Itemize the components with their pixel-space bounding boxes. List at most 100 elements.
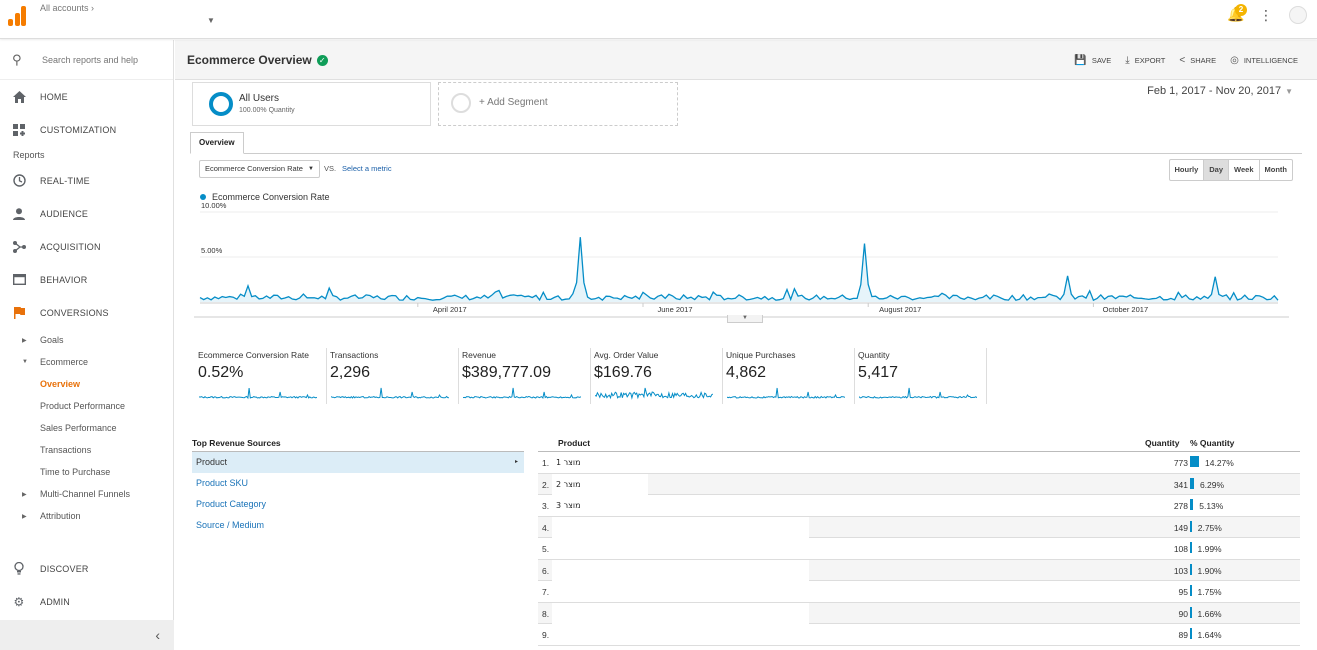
flag-icon [11, 306, 27, 320]
table-row[interactable]: 3. מוצר 3 278 5.13% [538, 495, 1300, 517]
sidebar-item-ecommerce[interactable]: ▼ Ecommerce [0, 351, 173, 373]
revenue-source-category[interactable]: Product Category [192, 494, 524, 515]
product-name-link[interactable] [552, 516, 809, 538]
series-area [200, 237, 1278, 302]
sidebar-item-time-to-purchase[interactable]: Time to Purchase [0, 461, 173, 483]
sidebar-item-multi-channel[interactable]: ▶ Multi-Channel Funnels [0, 483, 173, 505]
table-header: Product Quantity % Quantity [538, 438, 1300, 452]
account-selector[interactable] [36, 14, 206, 32]
segment-ring-icon [209, 92, 233, 116]
scorecard[interactable]: Ecommerce Conversion Rate 0.52% [195, 348, 327, 404]
triangle-right-icon: ▶ [22, 513, 27, 520]
date-range-picker[interactable]: Feb 1, 2017 - Nov 20, 2017 ▼ [1147, 85, 1293, 97]
export-button[interactable]: ⤓ EXPORT [1125, 55, 1165, 66]
scorecard[interactable]: Avg. Order Value $169.76 [591, 348, 723, 404]
revenue-source-medium[interactable]: Source / Medium [192, 515, 524, 536]
select-metric-link[interactable]: Select a metric [342, 164, 392, 173]
product-name-link[interactable] [552, 538, 809, 559]
scorecard[interactable]: Transactions 2,296 [327, 348, 459, 404]
table-row[interactable]: 9. 89 1.64% [538, 624, 1300, 646]
top-revenue-sources: Top Revenue Sources Product ▸ Product SKU… [192, 438, 524, 536]
percent-bar [1190, 585, 1192, 596]
product-name-link[interactable] [552, 624, 809, 645]
analytics-logo-icon[interactable] [8, 6, 26, 26]
product-name-link[interactable]: מוצר 3 [552, 495, 648, 516]
sidebar-item-product-performance[interactable]: Product Performance [0, 395, 173, 417]
segment-all-users[interactable]: All Users 100.00% Quantity [192, 82, 431, 126]
sidebar-item-discover[interactable]: DISCOVER [0, 552, 173, 585]
sidebar-item-home[interactable]: HOME [0, 80, 173, 113]
triangle-down-icon: ▼ [22, 359, 28, 365]
sidebar-item-acquisition[interactable]: ACQUISITION [0, 230, 173, 263]
granularity-toggle: Hourly Day Week Month [1168, 159, 1293, 181]
tab-overview[interactable]: Overview [190, 132, 244, 154]
quantity-cell: 341 [1173, 479, 1188, 490]
vs-label: VS. [324, 164, 337, 173]
sidebar-item-transactions[interactable]: Transactions [0, 439, 173, 461]
day-button[interactable]: Day [1203, 160, 1229, 180]
sidebar-item-realtime[interactable]: REAL-TIME [0, 164, 173, 197]
chevron-down-icon[interactable]: ▼ [207, 16, 215, 25]
product-name-link[interactable] [552, 602, 809, 624]
revenue-source-sku[interactable]: Product SKU [192, 473, 524, 494]
chevron-down-icon: ▼ [1285, 87, 1293, 96]
scorecard[interactable]: Quantity 5,417 [855, 348, 987, 404]
triangle-right-icon: ▶ [22, 491, 27, 498]
sparkline-path [727, 387, 845, 399]
table-row[interactable]: 7. 95 1.75% [538, 581, 1300, 603]
table-row[interactable]: 1. מוצר 1 773 14.27% [538, 452, 1300, 474]
hourly-button[interactable]: Hourly [1170, 160, 1204, 180]
sidebar-item-audience[interactable]: AUDIENCE [0, 197, 173, 230]
quantity-cell: 149 [1173, 522, 1188, 533]
intelligence-button[interactable]: ◎ INTELLIGENCE [1230, 55, 1298, 66]
add-segment-button[interactable]: + Add Segment [438, 82, 678, 126]
metric-select[interactable]: Ecommerce Conversion Rate ▼ [199, 160, 320, 178]
bell-icon[interactable]: 🔔2 [1227, 4, 1247, 24]
table-row[interactable]: 6. 103 1.90% [538, 559, 1300, 581]
scorecard[interactable]: Revenue $389,777.09 [459, 348, 591, 404]
x-tick-label: June 2017 [657, 305, 692, 314]
collapse-sidebar-button[interactable]: ‹ [0, 620, 174, 650]
quantity-cell: 89 [1178, 630, 1188, 640]
percent-bar [1190, 606, 1192, 618]
row-index: 1. [542, 458, 550, 468]
account-breadcrumb[interactable]: All accounts › [40, 3, 94, 13]
sidebar-item-attribution[interactable]: ▶ Attribution [0, 505, 173, 527]
week-button[interactable]: Week [1228, 160, 1258, 180]
table-row[interactable]: 2. מוצר 2 341 6.29% [538, 473, 1300, 495]
table-row[interactable]: 5. 108 1.99% [538, 538, 1300, 560]
revenue-source-product[interactable]: Product ▸ [192, 452, 524, 473]
row-index: 5. [542, 544, 550, 554]
percent-bar [1190, 477, 1194, 489]
search-input[interactable]: ⚲ Search reports and help [0, 40, 173, 80]
chart-collapse-handle[interactable]: ▼ [727, 315, 763, 323]
verified-check-icon: ✓ [316, 54, 328, 66]
product-name-link[interactable] [552, 581, 809, 602]
reports-section-label: Reports [13, 150, 45, 160]
sparkline-path [595, 387, 713, 400]
product-name-link[interactable] [552, 559, 809, 581]
sidebar-item-customization[interactable]: CUSTOMIZATION [0, 113, 173, 146]
sidebar-item-overview[interactable]: Overview [0, 373, 173, 395]
table-row[interactable]: 4. 149 2.75% [538, 516, 1300, 538]
table-row[interactable]: 8. 90 1.66% [538, 602, 1300, 624]
percent-cell: 1.99% [1197, 544, 1222, 554]
product-name-link[interactable]: מוצר 2 [552, 473, 648, 495]
sparkline [859, 387, 977, 399]
share-button[interactable]: < SHARE [1179, 55, 1216, 66]
more-vert-icon[interactable]: ⋮ [1259, 6, 1273, 24]
scorecard[interactable]: Unique Purchases 4,862 [723, 348, 855, 404]
sidebar-item-conversions[interactable]: CONVERSIONS [0, 296, 173, 329]
avatar[interactable] [1289, 6, 1307, 24]
segment-name: All Users [239, 93, 280, 104]
sidebar-item-sales-performance[interactable]: Sales Performance [0, 417, 173, 439]
sidebar-item-goals[interactable]: ▶ Goals [0, 329, 173, 351]
percent-bar [1190, 542, 1192, 553]
sidebar-item-admin[interactable]: ⚙ ADMIN [0, 585, 173, 618]
sidebar-item-behavior[interactable]: BEHAVIOR [0, 263, 173, 296]
month-button[interactable]: Month [1258, 160, 1293, 180]
quantity-cell: 103 [1173, 565, 1188, 576]
product-name-link[interactable]: מוצר 1 [552, 452, 648, 473]
row-index: 4. [542, 522, 550, 533]
save-button[interactable]: 💾 SAVE [1074, 55, 1111, 66]
